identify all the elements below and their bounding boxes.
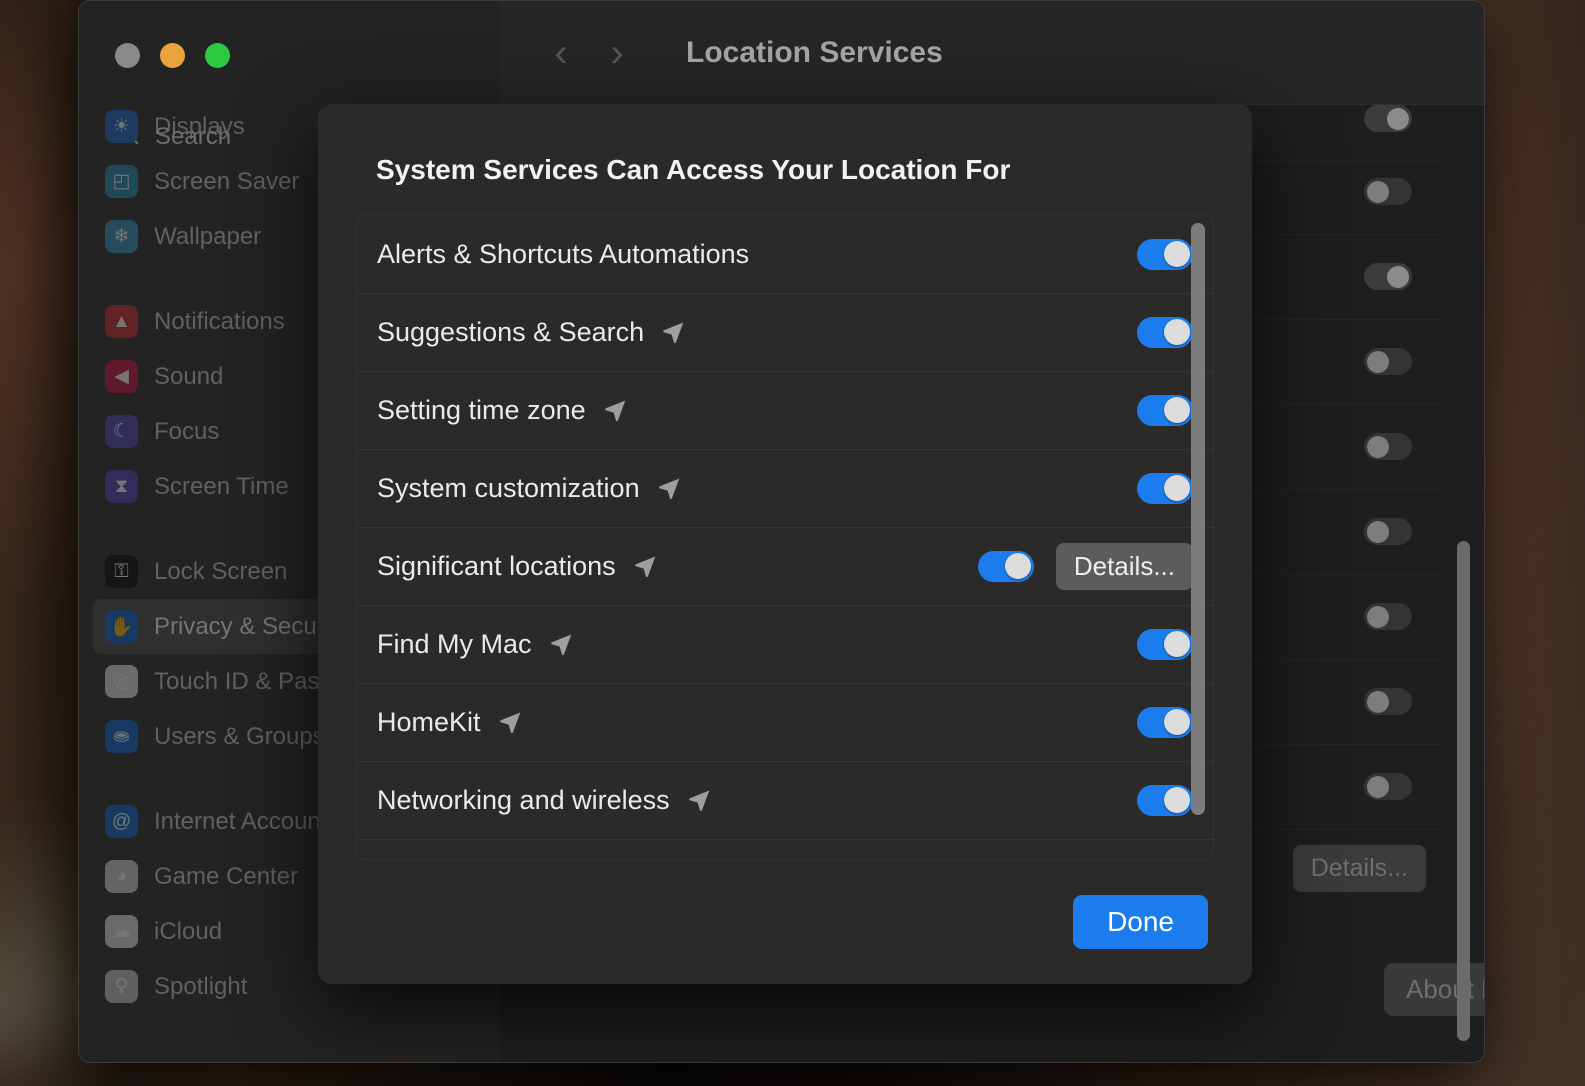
modal-title: System Services Can Access Your Location… <box>376 154 1011 185</box>
services-list: Alerts & Shortcuts Automations Suggestion… <box>357 215 1213 859</box>
service-toggle[interactable] <box>1137 394 1193 426</box>
service-row: Mac Analytics <box>357 839 1213 859</box>
location-arrow-icon <box>660 319 686 345</box>
modal-scrollbar-thumb[interactable] <box>1191 223 1205 815</box>
service-label: System customization <box>377 472 640 503</box>
traffic-lights <box>115 43 230 68</box>
page-title: Location Services <box>686 35 943 69</box>
service-toggle[interactable] <box>1137 316 1193 348</box>
service-toggle[interactable] <box>1137 628 1193 660</box>
service-toggle[interactable] <box>1137 784 1193 816</box>
service-toggle[interactable] <box>1137 706 1193 738</box>
service-toggle[interactable] <box>1137 238 1193 270</box>
service-label: Significant locations <box>377 550 616 581</box>
privacy-security-icon: ✋ <box>105 610 138 643</box>
service-row: HomeKit <box>357 683 1213 761</box>
sidebar-item-label: iCloud <box>154 917 223 945</box>
screen-time-icon: ⧗ <box>105 470 138 503</box>
titlebar: ‹ › Location Services <box>500 1 1484 105</box>
screen-saver-icon: ◰ <box>105 165 138 198</box>
service-row: Suggestions & Search <box>357 293 1213 371</box>
spotlight-icon: ⚲ <box>105 970 138 1003</box>
icloud-icon: ☁ <box>105 915 138 948</box>
sidebar-item-label: Lock Screen <box>154 557 288 585</box>
service-label: Networking and wireless <box>377 784 670 815</box>
service-toggle[interactable] <box>1137 472 1193 504</box>
background-toggle[interactable] <box>1364 773 1412 800</box>
sidebar-item-label: Wallpaper <box>154 222 262 250</box>
chevron-right-icon[interactable]: › <box>604 33 630 73</box>
background-toggle[interactable] <box>1364 178 1412 205</box>
sidebar-item-label: Focus <box>154 417 220 445</box>
service-label: HomeKit <box>377 706 481 737</box>
service-details-button[interactable]: Details... <box>1055 542 1193 590</box>
displays-icon: ☀ <box>105 110 138 143</box>
service-row: Significant locations Details... <box>357 527 1213 605</box>
search-placeholder: Search <box>155 123 232 150</box>
background-details-button[interactable]: Details... <box>1292 845 1426 892</box>
wallpaper-icon: ❄ <box>105 220 138 253</box>
system-services-modal: System Services Can Access Your Location… <box>318 104 1252 984</box>
location-arrow-icon <box>548 631 574 657</box>
service-label: Alerts & Shortcuts Automations <box>377 238 750 269</box>
sidebar-item-label: Notifications <box>154 307 285 335</box>
background-row <box>1364 263 1412 290</box>
sidebar-item-label: Sound <box>154 362 224 390</box>
service-row: Find My Mac <box>357 605 1213 683</box>
background-toggle[interactable] <box>1364 105 1412 132</box>
service-row: Networking and wireless <box>357 761 1213 839</box>
sidebar-item-label: Spotlight <box>154 972 248 1000</box>
background-row <box>1364 773 1412 800</box>
touch-id-icon: ◎ <box>105 665 138 698</box>
background-toggle[interactable] <box>1364 518 1412 545</box>
background-row <box>1364 105 1412 132</box>
service-row: Setting time zone <box>357 371 1213 449</box>
users-groups-icon: ⛂ <box>105 720 138 753</box>
service-label: Suggestions & Search <box>377 316 645 347</box>
content-scrollbar[interactable] <box>1457 541 1470 1041</box>
background-row <box>1364 178 1412 205</box>
service-label: Find My Mac <box>377 628 532 659</box>
minimize-window-button[interactable] <box>160 43 185 68</box>
location-arrow-icon <box>686 787 712 813</box>
background-row <box>1364 603 1412 630</box>
background-toggle[interactable] <box>1364 348 1412 375</box>
game-center-icon: ◕ <box>105 860 138 893</box>
background-row <box>1364 433 1412 460</box>
background-row <box>1364 348 1412 375</box>
focus-icon: ☾ <box>105 415 138 448</box>
location-arrow-icon <box>497 709 523 735</box>
chevron-left-icon[interactable]: ‹ <box>548 33 574 73</box>
background-toggle[interactable] <box>1364 603 1412 630</box>
sidebar-item-label: Screen Saver <box>154 167 300 195</box>
modal-scrollbar[interactable] <box>1191 223 1205 859</box>
done-button[interactable]: Done <box>1073 895 1208 949</box>
sidebar-item-label: Screen Time <box>154 472 289 500</box>
sidebar-item-label: Internet Accounts <box>154 807 340 835</box>
service-row: Alerts & Shortcuts Automations <box>357 215 1213 293</box>
background-row <box>1364 688 1412 715</box>
background-row <box>1364 518 1412 545</box>
close-window-button[interactable] <box>115 43 140 68</box>
background-toggle[interactable] <box>1364 688 1412 715</box>
maximize-window-button[interactable] <box>205 43 230 68</box>
modal-footer: Done <box>318 860 1252 984</box>
background-toggle[interactable] <box>1364 263 1412 290</box>
sidebar-item-label: Users & Groups <box>154 722 325 750</box>
location-arrow-icon <box>656 475 682 501</box>
background-toggle[interactable] <box>1364 433 1412 460</box>
service-row: System customization <box>357 449 1213 527</box>
sound-icon: ◀ <box>105 360 138 393</box>
service-toggle[interactable] <box>977 550 1034 582</box>
internet-accounts-icon: @ <box>105 805 138 838</box>
location-arrow-icon <box>632 553 658 579</box>
services-scroll-area: Alerts & Shortcuts Automations Suggestion… <box>356 214 1214 860</box>
service-label: Setting time zone <box>377 394 586 425</box>
lock-screen-icon: ⚿ <box>105 555 138 588</box>
sidebar-item-label: Game Center <box>154 862 299 890</box>
location-arrow-icon <box>602 397 628 423</box>
notifications-icon: ▲ <box>105 305 138 338</box>
